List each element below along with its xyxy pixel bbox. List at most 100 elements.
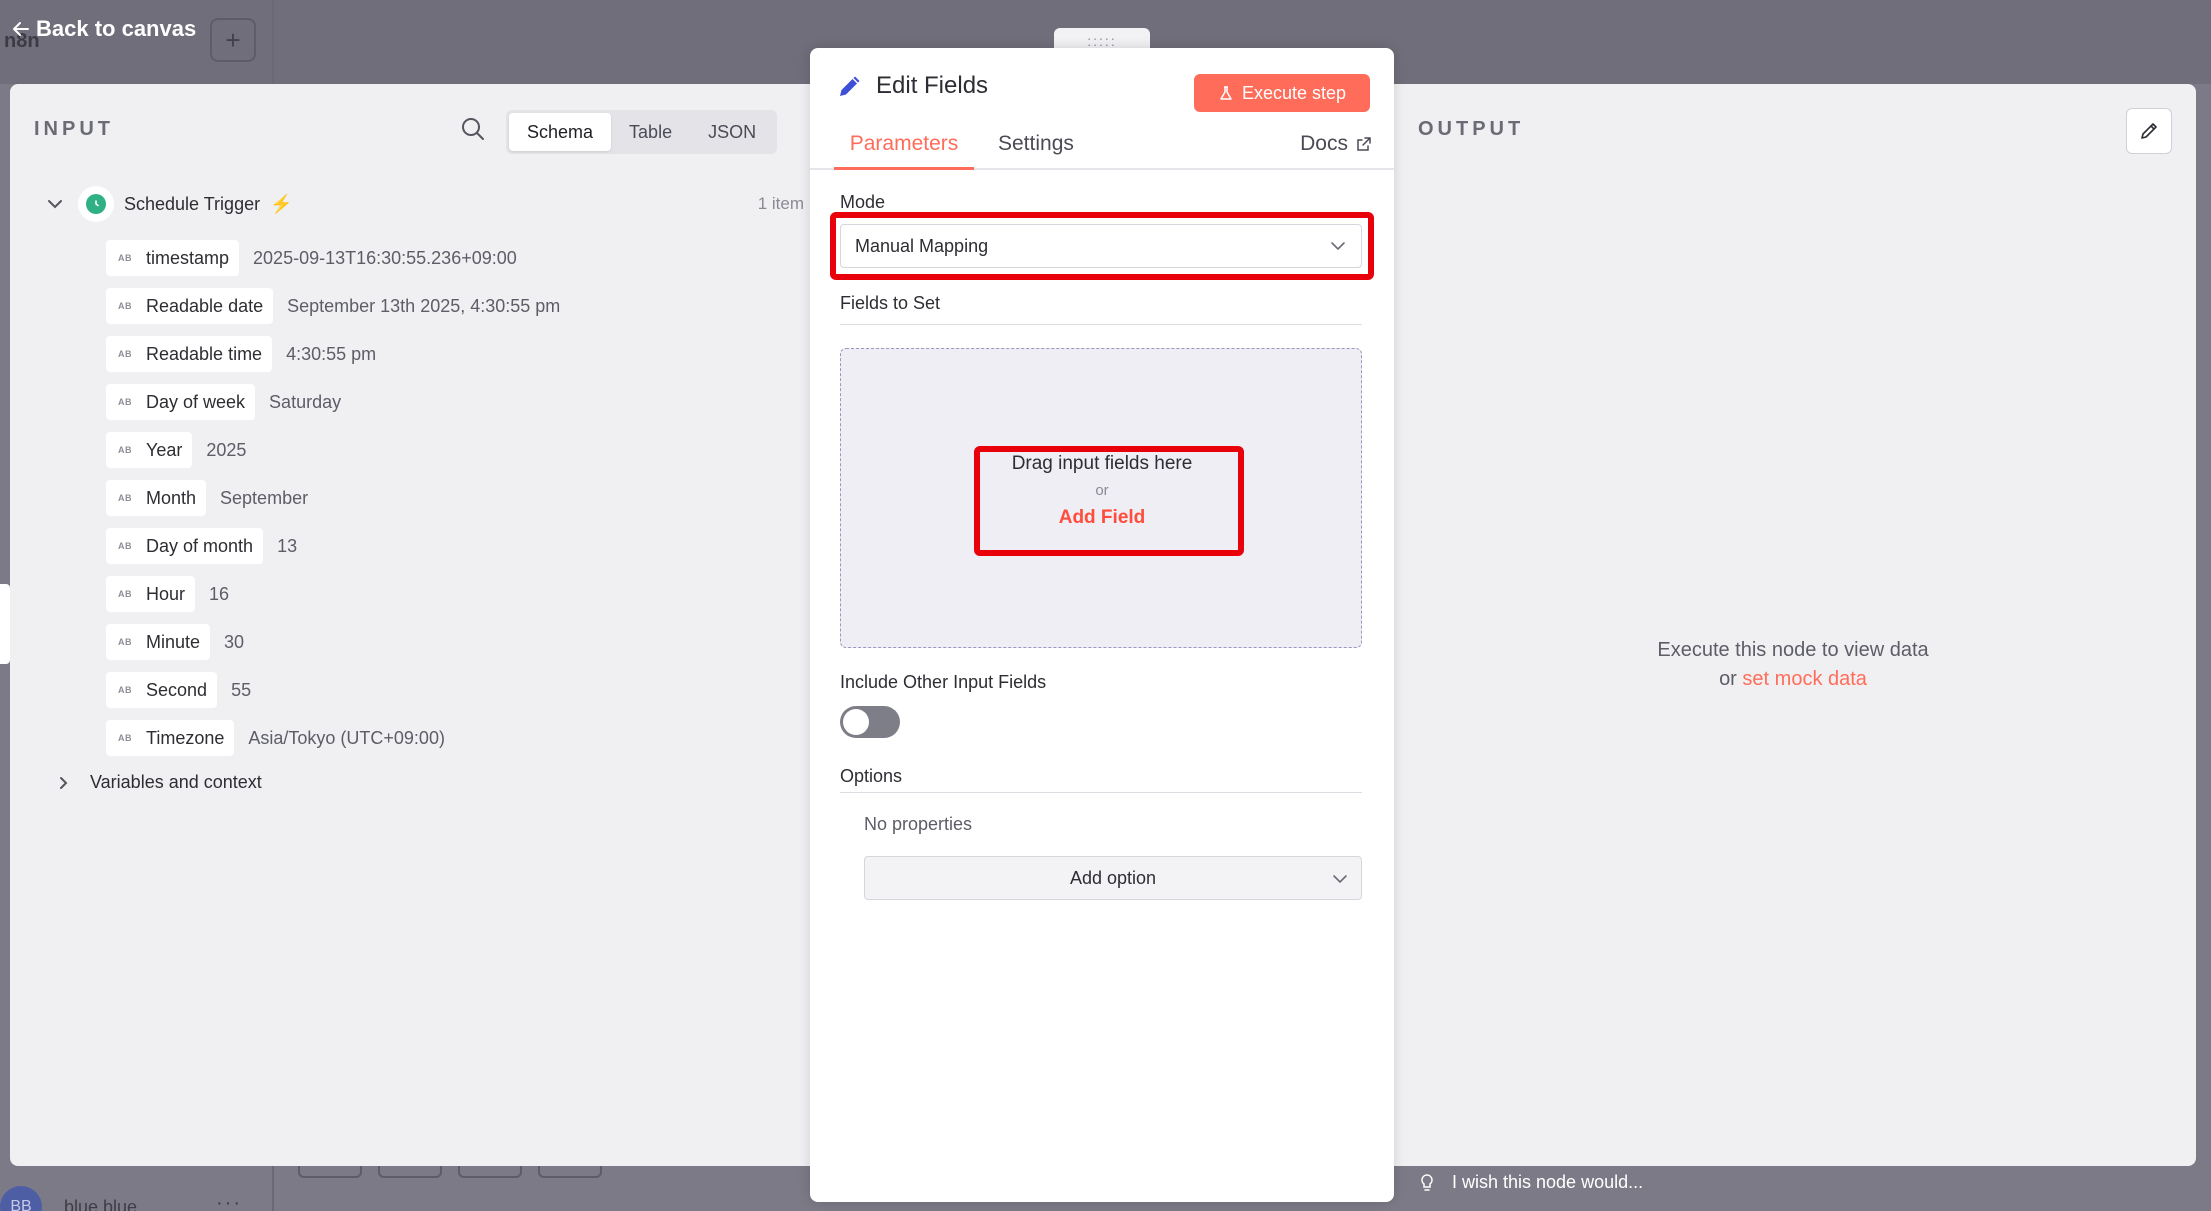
execute-step-button[interactable]: Execute step <box>1194 74 1370 112</box>
user-name: blue blue <box>64 1196 138 1211</box>
field-pill[interactable]: AB Readable time <box>106 336 273 372</box>
field-pill[interactable]: AB Hour <box>106 576 196 612</box>
trigger-node-row[interactable]: Schedule Trigger ⚡ 1 item <box>44 186 804 222</box>
list-item[interactable]: AB Readable time 4:30:55 pm <box>106 330 560 378</box>
field-value: September 13th 2025, 4:30:55 pm <box>287 295 561 316</box>
mode-highlight-box <box>830 212 1374 280</box>
view-switcher: Schema Table JSON <box>506 110 778 154</box>
output-or-text: or <box>1719 668 1737 690</box>
string-type-icon: AB <box>118 541 132 551</box>
variables-and-context-label: Variables and context <box>90 772 262 792</box>
field-key: Minute <box>146 631 201 652</box>
string-type-icon: AB <box>118 493 132 503</box>
fields-to-set-label: Fields to Set <box>840 293 941 313</box>
docs-label: Docs <box>1300 132 1348 155</box>
list-item[interactable]: AB timestamp 2025-09-13T16:30:55.236+09:0… <box>106 234 560 282</box>
panel-resize-handle[interactable] <box>0 584 10 664</box>
field-value: 2025-09-13T16:30:55.236+09:00 <box>253 247 517 268</box>
clock-icon <box>78 186 114 222</box>
variables-and-context-row[interactable]: Variables and context <box>54 772 262 793</box>
background-user: BB blue blue <box>0 1186 137 1211</box>
include-other-fields-toggle[interactable] <box>840 706 900 738</box>
execute-step-label: Execute step <box>1241 82 1347 103</box>
string-type-icon: AB <box>118 445 132 455</box>
node-parameters-modal: Edit Fields Execute step Parameters Sett… <box>810 48 1394 1202</box>
field-pill[interactable]: AB Year <box>106 432 193 468</box>
tab-settings[interactable]: Settings <box>998 132 1074 170</box>
view-tab-table[interactable]: Table <box>611 113 690 151</box>
field-value: Asia/Tokyo (UTC+09:00) <box>248 727 445 748</box>
chevron-right-icon <box>60 776 68 789</box>
lightbulb-icon <box>1421 1173 1433 1191</box>
edit-output-button[interactable] <box>2126 108 2172 154</box>
add-option-label: Add option <box>1069 867 1157 888</box>
field-pill[interactable]: AB Second <box>106 672 218 708</box>
feedback-label: I wish this node would... <box>1452 1172 1644 1192</box>
string-type-icon: AB <box>118 685 132 695</box>
field-pill[interactable]: AB Month <box>106 480 207 516</box>
field-pill[interactable]: AB Day of week <box>106 384 256 420</box>
field-key: Second <box>146 679 208 700</box>
arrow-left-icon <box>13 22 29 36</box>
field-key: Day of month <box>146 535 254 556</box>
list-item[interactable]: AB Day of month 13 <box>106 522 560 570</box>
drag-handle-dots: ::::: <box>1087 33 1117 49</box>
list-item[interactable]: AB Readable date September 13th 2025, 4:3… <box>106 282 560 330</box>
field-value: 55 <box>231 679 252 700</box>
list-item[interactable]: AB Year 2025 <box>106 426 560 474</box>
field-pill[interactable]: AB Timezone <box>106 720 235 756</box>
user-menu-icon: ··· <box>216 1192 242 1211</box>
no-properties-text: No properties <box>864 814 973 834</box>
list-item[interactable]: AB Day of week Saturday <box>106 378 560 426</box>
docs-link[interactable]: Docs <box>1300 132 1372 156</box>
pencil-icon <box>840 76 860 96</box>
field-value: September <box>220 487 309 508</box>
field-value: 16 <box>209 583 230 604</box>
add-workflow-button: + <box>210 18 256 62</box>
view-tab-schema[interactable]: Schema <box>509 113 612 151</box>
input-panel: INPUT Schema Table JSON Schedule Trigger… <box>10 84 810 1166</box>
field-value: 2025 <box>206 439 247 460</box>
field-key: Readable time <box>146 343 263 364</box>
string-type-icon: AB <box>118 733 132 743</box>
list-item[interactable]: AB Second 55 <box>106 666 560 714</box>
string-type-icon: AB <box>118 637 132 647</box>
field-pill[interactable]: AB Readable date <box>106 288 274 324</box>
back-to-canvas-link[interactable]: Back to canvas <box>12 16 196 42</box>
view-tab-json[interactable]: JSON <box>690 113 774 151</box>
field-pill[interactable]: AB timestamp <box>106 240 240 276</box>
input-panel-title: INPUT <box>34 118 114 140</box>
node-title[interactable]: Edit Fields <box>876 72 988 100</box>
feedback-link[interactable]: I wish this node would... <box>1418 1172 1643 1193</box>
tab-parameters[interactable]: Parameters <box>834 132 974 170</box>
field-key: Day of week <box>146 391 246 412</box>
flask-icon <box>1220 86 1232 100</box>
pencil-icon <box>2141 123 2157 139</box>
field-key: Timezone <box>146 727 225 748</box>
string-type-icon: AB <box>118 397 132 407</box>
add-option-button[interactable]: Add option <box>864 856 1362 900</box>
list-item[interactable]: AB Hour 16 <box>106 570 560 618</box>
string-type-icon: AB <box>118 589 132 599</box>
list-item[interactable]: AB Minute 30 <box>106 618 560 666</box>
string-type-icon: AB <box>118 349 132 359</box>
field-pill[interactable]: AB Minute <box>106 624 211 660</box>
string-type-icon: AB <box>118 253 132 263</box>
field-value: 30 <box>224 631 245 652</box>
list-item[interactable]: AB Month September <box>106 474 560 522</box>
output-panel: OUTPUT <box>1390 84 2196 1166</box>
section-divider <box>840 792 1362 793</box>
string-type-icon: AB <box>118 301 132 311</box>
output-panel-title: OUTPUT <box>1418 118 1525 140</box>
toggle-knob <box>843 709 869 735</box>
field-value: 4:30:55 pm <box>286 343 377 364</box>
node-tabs: Parameters Settings Docs <box>810 132 1394 170</box>
node-header: Edit Fields <box>836 72 988 100</box>
field-pill[interactable]: AB Day of month <box>106 528 264 564</box>
chevron-down-icon[interactable] <box>44 193 66 215</box>
mode-label: Mode <box>840 192 886 212</box>
search-icon[interactable] <box>460 116 486 142</box>
set-mock-data-link[interactable]: set mock data <box>1742 668 1867 690</box>
list-item[interactable]: AB Timezone Asia/Tokyo (UTC+09:00) <box>106 714 560 762</box>
field-value: Saturday <box>269 391 342 412</box>
